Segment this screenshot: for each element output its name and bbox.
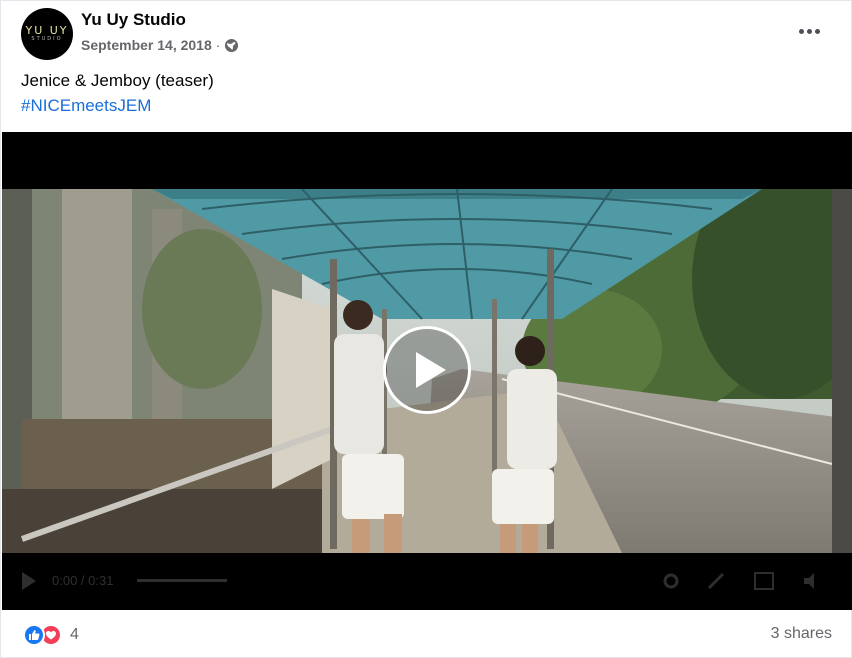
more-dot <box>806 28 812 34</box>
play-button[interactable] <box>383 326 471 414</box>
shares-count-link[interactable]: 3 shares <box>771 625 832 643</box>
pip-icon[interactable] <box>754 572 774 590</box>
more-options-button[interactable] <box>791 15 827 47</box>
meta-separator: · <box>215 37 221 53</box>
more-dot <box>798 28 804 34</box>
hashtag-link[interactable]: #NICEmeetsJEM <box>21 95 151 117</box>
reactions-summary[interactable]: 4 <box>23 624 79 646</box>
like-icon <box>23 624 45 646</box>
avatar-logo-subtext: STUDIO <box>31 36 63 42</box>
page-name-link[interactable]: Yu Uy Studio <box>81 9 186 31</box>
volume-icon[interactable] <box>802 572 822 590</box>
settings-gear-icon[interactable] <box>662 572 680 590</box>
post-caption: Jenice & Jemboy (teaser) <box>21 71 214 90</box>
post-meta: September 14, 2018 · <box>81 36 239 54</box>
post-card: YU UY STUDIO Yu Uy Studio September 14, … <box>0 0 852 658</box>
page-avatar[interactable]: YU UY STUDIO <box>21 8 73 60</box>
progress-track[interactable] <box>137 579 227 582</box>
play-control-icon[interactable] <box>22 572 36 590</box>
post-footer: 4 3 shares <box>1 611 852 658</box>
video-time: 0:00 / 0:31 <box>52 573 114 588</box>
video-controls: 0:00 / 0:31 <box>2 562 852 602</box>
expand-icon[interactable] <box>707 572 725 590</box>
video-player[interactable]: 0:00 / 0:31 <box>2 132 852 610</box>
more-dot <box>814 28 820 34</box>
globe-icon[interactable] <box>224 38 239 53</box>
play-icon <box>416 352 446 388</box>
post-date[interactable]: September 14, 2018 <box>81 36 212 54</box>
reaction-count: 4 <box>70 626 79 643</box>
avatar-logo-text: YU UY <box>25 24 69 37</box>
